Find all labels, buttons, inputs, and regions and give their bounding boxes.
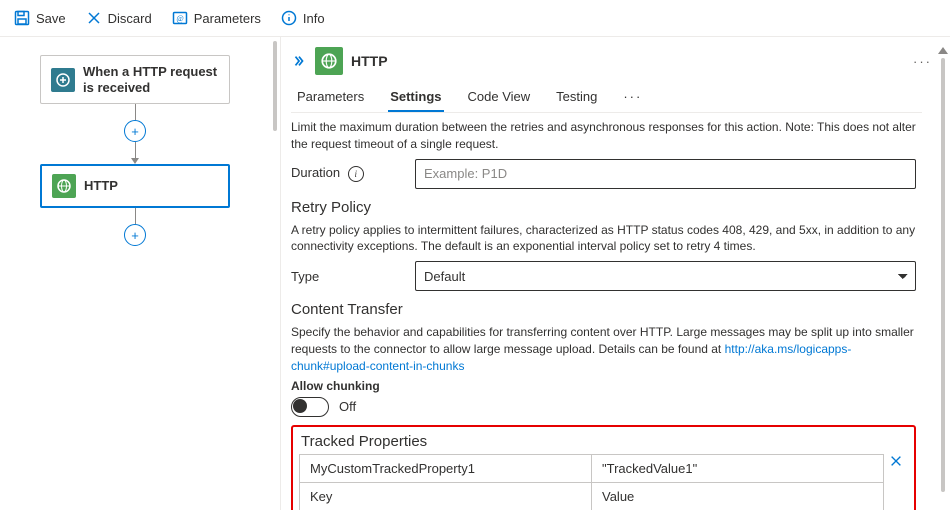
tracked-properties-highlight: Tracked Properties MyCustomTrackedProper… — [291, 425, 916, 510]
add-step-button[interactable]: + — [124, 120, 146, 142]
allow-chunking-state: Off — [339, 399, 356, 414]
info-button[interactable]: Info — [273, 6, 333, 30]
tab-settings[interactable]: Settings — [388, 83, 443, 112]
tab-code-view[interactable]: Code View — [466, 83, 533, 112]
connector-2: + — [124, 208, 146, 246]
retry-type-select[interactable]: Default — [415, 261, 916, 291]
parameters-button[interactable]: @ Parameters — [164, 6, 269, 30]
tab-parameters[interactable]: Parameters — [295, 83, 366, 112]
parameters-label: Parameters — [194, 11, 261, 26]
svg-text:@: @ — [176, 14, 183, 23]
duration-label: Duration i — [291, 165, 411, 182]
save-icon — [14, 10, 30, 26]
action-title: HTTP — [84, 178, 118, 194]
save-button[interactable]: Save — [6, 6, 74, 30]
panel-scrollbar[interactable] — [938, 47, 948, 496]
tracked-property-key[interactable]: MyCustomTrackedProperty1 — [300, 455, 592, 482]
content-transfer-title: Content Transfer — [291, 301, 916, 318]
discard-button[interactable]: Discard — [78, 6, 160, 30]
designer-canvas-pane: When a HTTP request is received + HTTP — [0, 37, 281, 510]
add-step-button-2[interactable]: + — [124, 224, 146, 246]
panel-more-button[interactable]: ··· — [907, 54, 938, 69]
close-icon — [889, 454, 903, 468]
tracked-property-row: MyCustomTrackedProperty1 "TrackedValue1" — [300, 455, 883, 482]
tracked-properties-title: Tracked Properties — [301, 433, 908, 450]
http-action-icon — [52, 174, 76, 198]
tracked-property-value[interactable]: "TrackedValue1" — [592, 455, 883, 482]
allow-chunking-toggle[interactable] — [291, 397, 329, 417]
panel-tabs: Parameters Settings Code View Testing ··… — [291, 83, 922, 113]
tracked-property-key-placeholder[interactable]: Key — [300, 483, 592, 510]
tab-more[interactable]: ··· — [621, 83, 644, 112]
action-node-http[interactable]: HTTP — [40, 164, 230, 208]
settings-content: Limit the maximum duration between the r… — [291, 119, 938, 510]
app-root: Save Discard @ Parameters Info — [0, 0, 950, 510]
duration-input[interactable] — [415, 159, 916, 189]
parameters-icon: @ — [172, 10, 188, 26]
info-icon[interactable]: i — [348, 166, 364, 182]
allow-chunking-row: Off — [291, 397, 916, 417]
discard-icon — [86, 10, 102, 26]
action-config-panel: HTTP ··· Parameters Settings Code View T… — [281, 37, 950, 510]
allow-chunking-label: Allow chunking — [291, 379, 916, 393]
designer-canvas[interactable]: When a HTTP request is received + HTTP — [0, 37, 270, 510]
tracked-property-row: Key Value — [300, 482, 883, 510]
info-icon — [281, 10, 297, 26]
duration-row: Duration i — [291, 159, 916, 189]
tracked-property-value-placeholder[interactable]: Value — [592, 483, 883, 510]
http-action-icon — [315, 47, 343, 75]
info-label: Info — [303, 11, 325, 26]
canvas-scrollbar[interactable] — [270, 37, 280, 510]
retry-policy-description: A retry policy applies to intermittent f… — [291, 222, 916, 256]
panel-title: HTTP — [351, 53, 388, 69]
retry-type-label: Type — [291, 269, 411, 284]
trigger-title: When a HTTP request is received — [83, 64, 219, 95]
main-split: When a HTTP request is received + HTTP — [0, 37, 950, 510]
trigger-node[interactable]: When a HTTP request is received — [40, 55, 230, 104]
tracked-property-delete-button[interactable] — [884, 454, 908, 468]
command-bar: Save Discard @ Parameters Info — [0, 0, 950, 37]
action-timeout-description: Limit the maximum duration between the r… — [291, 119, 916, 153]
discard-label: Discard — [108, 11, 152, 26]
panel-header: HTTP ··· — [291, 47, 938, 75]
workflow-column: When a HTTP request is received + HTTP — [22, 55, 248, 246]
save-label: Save — [36, 11, 66, 26]
request-trigger-icon — [51, 68, 75, 92]
tab-testing[interactable]: Testing — [554, 83, 599, 112]
tracked-properties-grid: MyCustomTrackedProperty1 "TrackedValue1"… — [299, 454, 884, 510]
retry-policy-title: Retry Policy — [291, 199, 916, 216]
collapse-panel-button[interactable] — [291, 53, 307, 69]
content-transfer-description: Specify the behavior and capabilities fo… — [291, 324, 916, 374]
connector-1: + — [124, 104, 146, 164]
retry-type-row: Type Default — [291, 261, 916, 291]
